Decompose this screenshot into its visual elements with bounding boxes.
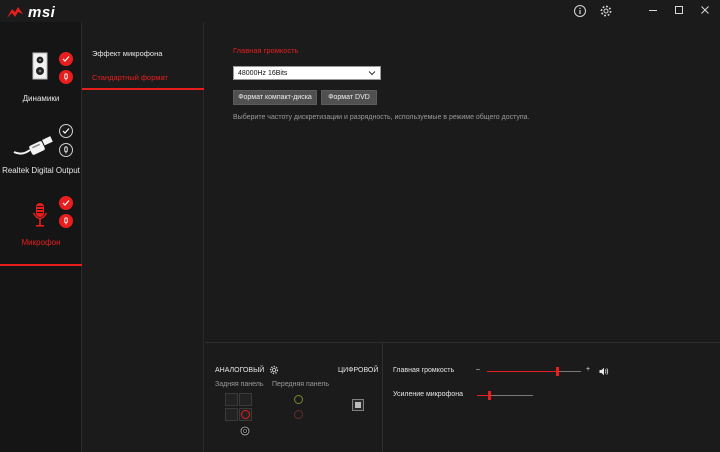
comm-default-badge[interactable] (59, 214, 73, 228)
front-jack-mic[interactable] (292, 408, 305, 421)
device-microphone[interactable]: Микрофон (0, 190, 82, 266)
speaker-volume-icon[interactable] (599, 367, 609, 376)
dvd-format-button[interactable]: Формат DVD (321, 90, 377, 105)
spdif-port-icon[interactable] (352, 399, 364, 411)
logo-text: msi (28, 4, 56, 21)
close-button[interactable] (696, 3, 714, 17)
device-digital-output[interactable]: Realtek Digital Output (0, 122, 82, 194)
microphone-icon (32, 203, 48, 227)
mic-small-icon (64, 73, 68, 81)
rear-panel-label: Задняя панель (215, 381, 264, 388)
rear-jack[interactable] (239, 393, 252, 406)
device-list: Динамики Realtek Digital Output Микрофон (0, 22, 82, 452)
device-label: Динамики (22, 94, 60, 103)
front-jack-headphone[interactable] (292, 393, 305, 406)
rear-jack-mic-in[interactable] (239, 408, 252, 421)
format-select[interactable]: 48000Hz 16Bits (233, 66, 381, 80)
mic-boost-label: Усиление микрофона (393, 391, 463, 398)
mic-small-icon (64, 146, 68, 154)
volume-plus[interactable]: + (586, 366, 590, 373)
minimize-button[interactable] (644, 3, 662, 17)
check-icon (62, 128, 70, 134)
comm-default-badge[interactable] (59, 70, 73, 84)
digital-label: ЦИФРОВОЙ (338, 367, 379, 374)
chevron-down-icon (368, 71, 376, 76)
mic-small-icon (64, 217, 68, 225)
master-volume-label: Главная громкость (393, 367, 455, 374)
slider-thumb[interactable] (488, 391, 491, 400)
section-title: Главная громкость (233, 46, 299, 55)
close-icon (701, 6, 709, 14)
bottom-panel: АНАЛОГОВЫЙ ЦИФРОВОЙ Задняя панель Передн… (205, 342, 720, 452)
format-select-value: 48000Hz 16Bits (238, 69, 288, 77)
spdif-jack-icon (240, 426, 250, 436)
default-check-badge[interactable] (59, 52, 73, 66)
title-bar: msi (0, 0, 720, 22)
check-icon (62, 56, 70, 62)
tab-list: Эффект микрофона Стандартный формат (82, 22, 204, 452)
device-label: Realtek Digital Output (2, 166, 80, 175)
device-label: Микрофон (21, 238, 61, 247)
rear-jack[interactable] (225, 393, 238, 406)
tab-default-format[interactable]: Стандартный формат (82, 66, 204, 90)
msi-logo: msi (6, 4, 55, 21)
slider-thumb[interactable] (556, 367, 559, 376)
maximize-button[interactable] (670, 3, 688, 17)
digital-output-icon (13, 136, 53, 155)
rear-jack[interactable] (225, 408, 238, 421)
analog-label: АНАЛОГОВЫЙ (215, 367, 265, 374)
gear-icon[interactable] (269, 365, 279, 375)
device-speakers[interactable]: Динамики (0, 44, 82, 116)
dragon-icon (7, 6, 23, 18)
slider-fill (487, 371, 557, 372)
minimize-icon (649, 10, 657, 11)
speaker-icon (32, 52, 48, 80)
comm-default-badge[interactable] (59, 143, 73, 157)
default-check-badge[interactable] (59, 196, 73, 210)
front-panel-label: Передняя панель (272, 381, 329, 388)
maximize-icon (675, 6, 683, 14)
info-icon[interactable] (573, 4, 587, 18)
tab-mic-effect[interactable]: Эффект микрофона (82, 42, 204, 64)
main-panel: Главная громкость 48000Hz 16Bits Формат … (205, 22, 720, 342)
volume-minus[interactable]: – (476, 366, 480, 373)
gear-icon[interactable] (599, 4, 613, 18)
default-check-badge[interactable] (59, 124, 73, 138)
cd-format-button[interactable]: Формат компакт-диска (233, 90, 317, 105)
bottom-divider (382, 343, 383, 452)
check-icon (62, 200, 70, 206)
format-hint: Выберите частоту дискретизации и разрядн… (233, 114, 530, 121)
